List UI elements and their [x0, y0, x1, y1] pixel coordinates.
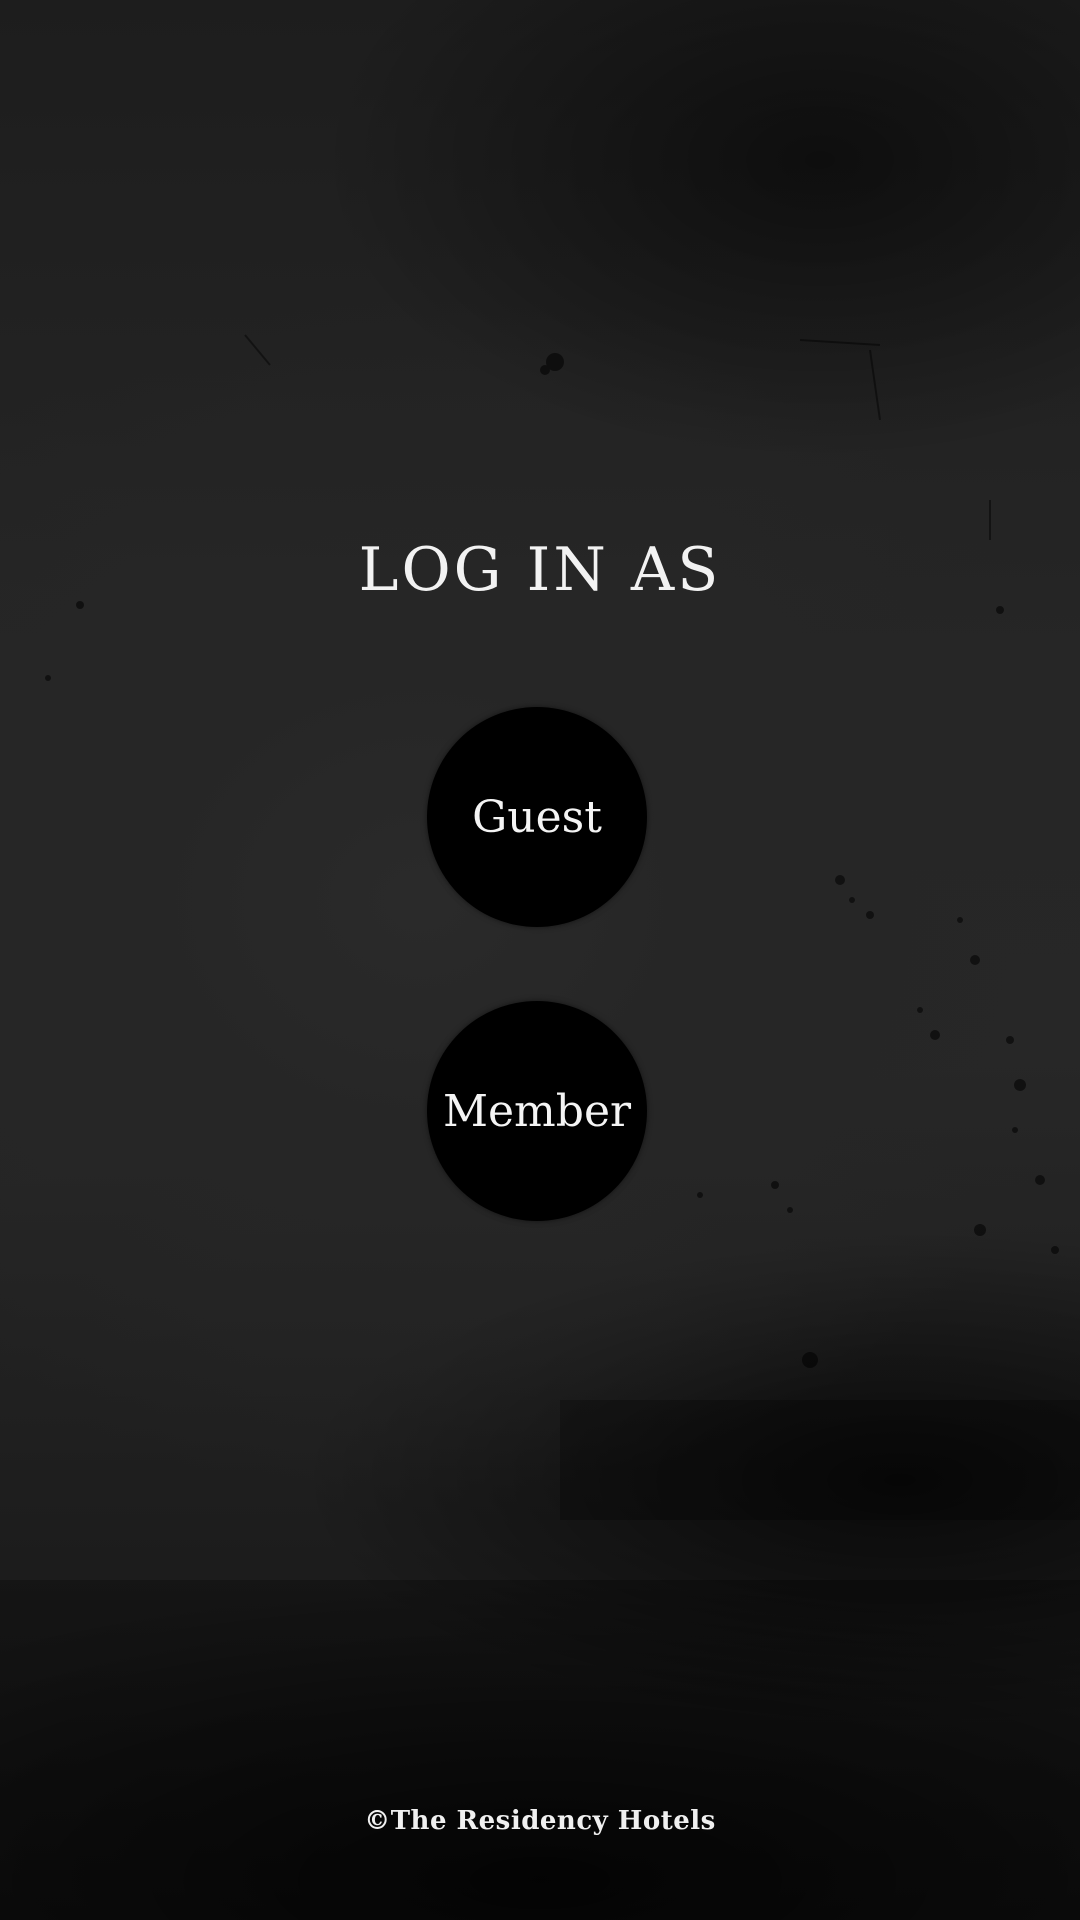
guest-label: Guest: [472, 791, 602, 843]
copyright-footer: ©The Residency Hotels: [364, 1806, 716, 1836]
guest-login-button[interactable]: Guest: [427, 707, 647, 927]
page-title: LOG IN AS: [358, 535, 722, 605]
login-screen: LOG IN AS Guest Member ©The Residency Ho…: [0, 0, 1080, 1920]
grunge-texture: [0, 334, 1080, 1920]
member-label: Member: [442, 1085, 632, 1137]
member-login-button[interactable]: Member: [427, 1001, 647, 1221]
